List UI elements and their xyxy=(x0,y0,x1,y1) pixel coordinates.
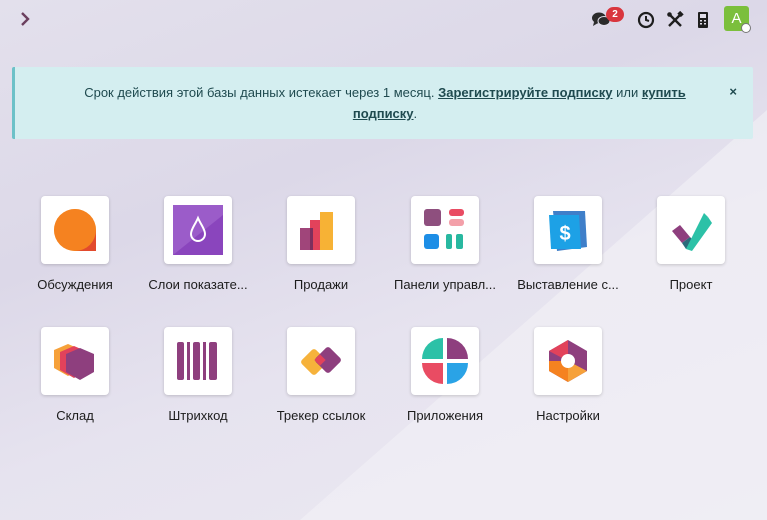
close-icon[interactable]: × xyxy=(729,84,737,99)
inventory-icon xyxy=(54,344,94,380)
tools-icon[interactable] xyxy=(664,9,686,31)
app-label: Приложения xyxy=(406,408,484,423)
app-dashboards[interactable]: Панели управл... xyxy=(390,196,500,292)
app-apps[interactable]: Приложения xyxy=(390,327,500,423)
barcode-icon xyxy=(177,342,217,380)
app-label: Штрихкод xyxy=(168,408,228,423)
app-discuss[interactable]: Обсуждения xyxy=(20,196,130,292)
app-tile xyxy=(411,327,479,395)
project-icon xyxy=(672,213,712,251)
svg-text:$: $ xyxy=(559,223,570,245)
settings-icon xyxy=(549,340,587,382)
clock-icon[interactable] xyxy=(635,9,657,31)
buy-subscription-link-part1[interactable]: купить xyxy=(642,85,686,100)
app-label: Продажи xyxy=(293,277,349,292)
app-settings[interactable]: Настройки xyxy=(513,327,623,423)
sales-icon xyxy=(300,212,333,250)
app-tile xyxy=(287,327,355,395)
discuss-icon xyxy=(54,209,96,251)
banner-message: Срок действия этой базы данных истекает … xyxy=(55,82,715,124)
top-bar: 2 A xyxy=(0,0,767,40)
app-label: Слои показате... xyxy=(148,277,248,292)
app-link-tracker[interactable]: Трекер ссылок xyxy=(266,327,376,423)
banner-or: или xyxy=(616,85,639,100)
apps-icon xyxy=(422,338,468,384)
app-label: Настройки xyxy=(536,408,600,423)
app-project[interactable]: Проект xyxy=(636,196,746,292)
register-subscription-link[interactable]: Зарегистрируйте подписку xyxy=(438,85,612,100)
app-label: Обсуждения xyxy=(37,277,113,292)
app-label: Склад xyxy=(56,408,94,423)
app-tile xyxy=(657,196,725,264)
app-tile xyxy=(164,327,232,395)
phone-icon[interactable] xyxy=(692,9,714,31)
app-tile xyxy=(411,196,479,264)
banner-text: Срок действия этой базы данных истекает … xyxy=(84,85,435,100)
invoicing-icon: $ xyxy=(549,211,587,251)
dashboards-icon xyxy=(424,209,464,249)
app-tile xyxy=(534,327,602,395)
app-label: Трекер ссылок xyxy=(276,408,366,423)
presence-status-dot xyxy=(741,23,751,33)
banner-period: . xyxy=(413,106,418,121)
link-tracker-icon xyxy=(301,347,341,375)
app-label: Проект xyxy=(669,277,713,292)
app-invoicing[interactable]: $ Выставление с... xyxy=(513,196,623,292)
app-tile xyxy=(287,196,355,264)
app-tile xyxy=(41,327,109,395)
app-tile xyxy=(164,196,232,264)
app-label: Выставление с... xyxy=(517,277,619,292)
buy-subscription-link-part2[interactable]: подписку xyxy=(353,106,414,121)
droplet-icon xyxy=(173,205,223,255)
message-count-badge: 2 xyxy=(606,7,624,22)
app-barcode[interactable]: Штрихкод xyxy=(143,327,253,423)
app-tile: $ xyxy=(534,196,602,264)
app-tile xyxy=(41,196,109,264)
app-spreadsheet-layers[interactable]: Слои показате... xyxy=(143,196,253,292)
app-inventory[interactable]: Склад xyxy=(20,327,130,423)
app-label: Панели управл... xyxy=(393,277,497,292)
app-sales[interactable]: Продажи xyxy=(266,196,376,292)
expiration-banner: Срок действия этой базы данных истекает … xyxy=(12,67,753,139)
chevron-right-icon[interactable] xyxy=(16,10,34,28)
